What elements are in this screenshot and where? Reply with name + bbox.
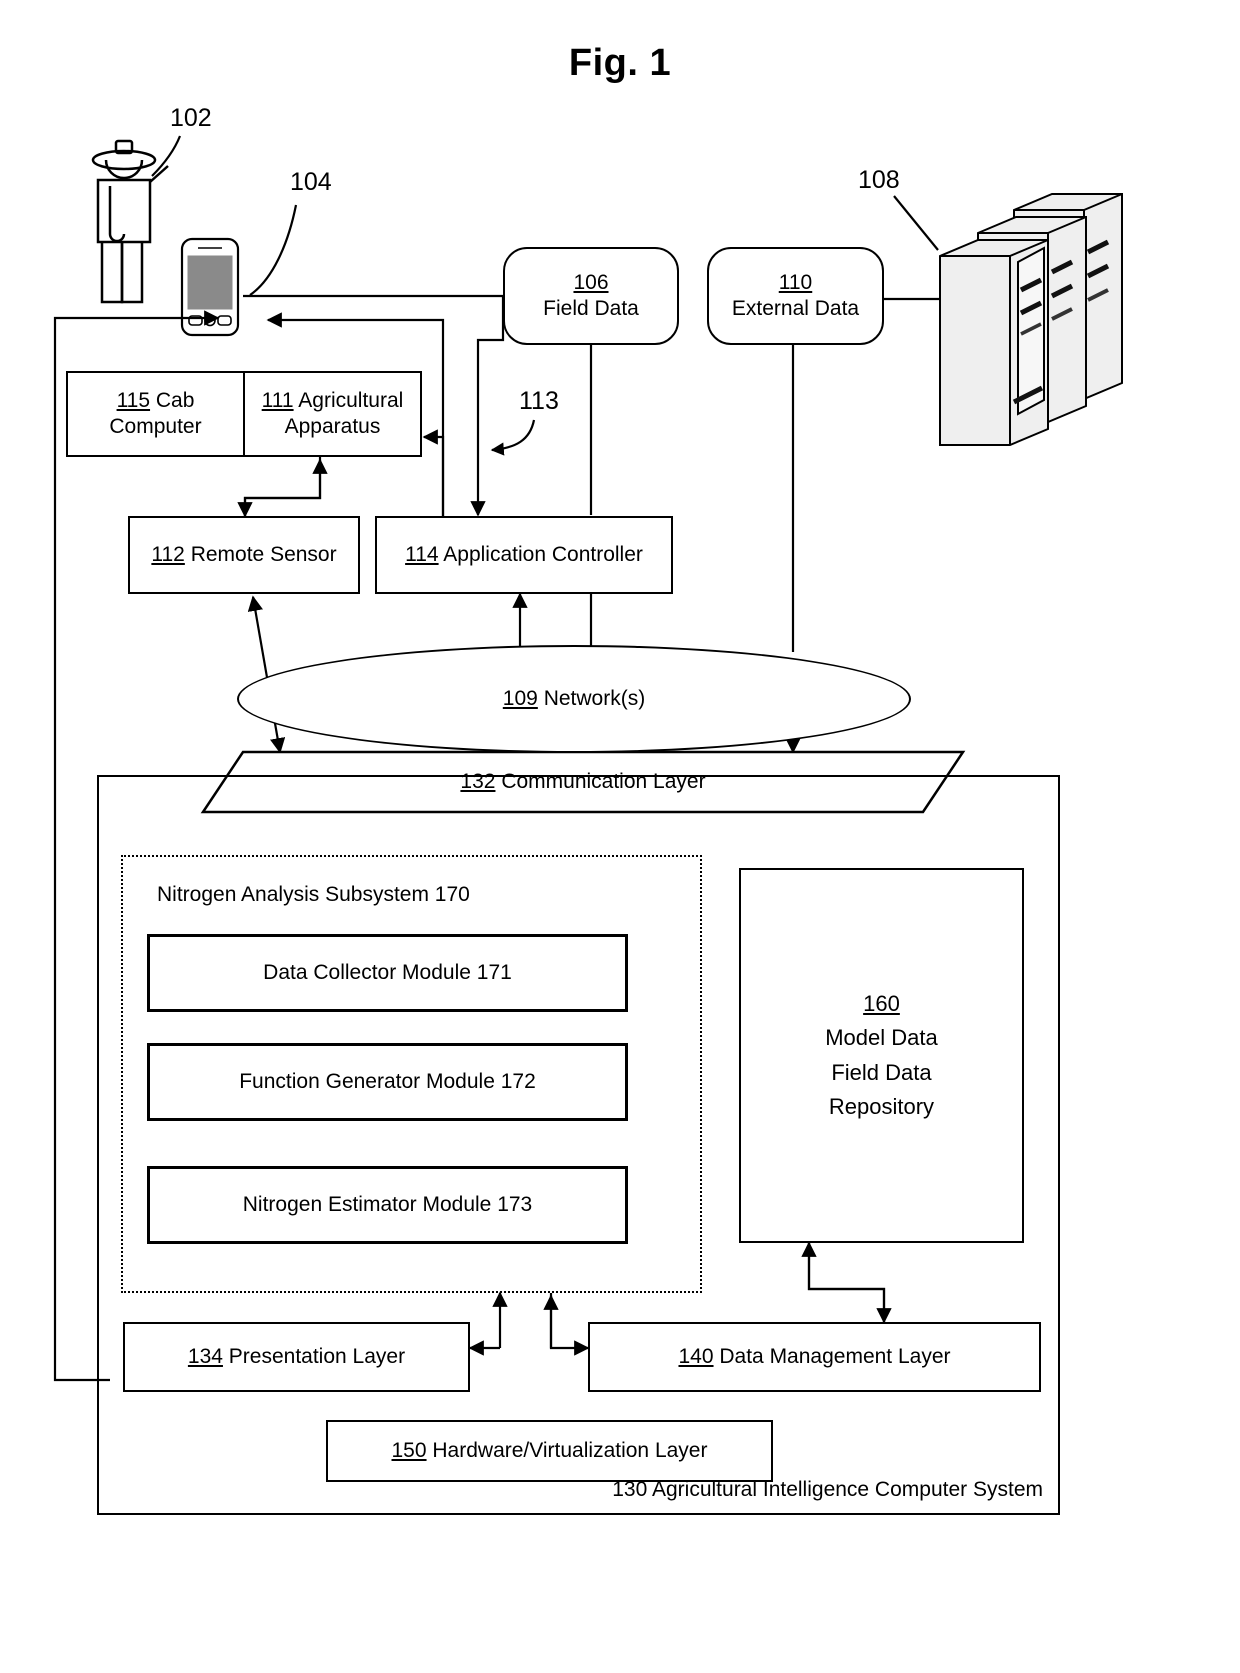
field-data-num: 106 — [573, 270, 609, 294]
nitrogen-estimator-module-box[interactable]: Nitrogen Estimator Module 173 — [147, 1166, 628, 1244]
remote-sensor-label: Remote Sensor — [190, 542, 337, 566]
remote-sensor-num: 112 — [151, 542, 185, 566]
remote-sensor-box[interactable]: 112 Remote Sensor — [128, 516, 360, 594]
external-data-label: External Data — [731, 297, 860, 320]
function-generator-module-box[interactable]: Function Generator Module 172 — [147, 1043, 628, 1121]
repository-line1: Model Data — [825, 1025, 938, 1051]
network-num: 109 — [502, 686, 538, 710]
data-collector-module-box[interactable]: Data Collector Module 171 — [147, 934, 628, 1012]
network-label: Network(s) — [543, 686, 646, 710]
data-management-layer-box[interactable]: 140 Data Management Layer — [588, 1322, 1041, 1392]
cab-computer-num: 115 — [116, 388, 151, 412]
data-management-layer-num: 140 — [678, 1344, 714, 1368]
nitrogen-estimator-module-label: Nitrogen Estimator Module 173 — [242, 1192, 533, 1216]
data-collector-module-label: Data Collector Module 171 — [263, 960, 512, 984]
hardware-virtualization-layer-box[interactable]: 150 Hardware/Virtualization Layer — [326, 1420, 773, 1482]
figure-canvas: Fig. 1 102 104 108 113 106 Field Data 11… — [0, 0, 1240, 1673]
field-data-label: Field Data — [543, 297, 639, 320]
agricultural-apparatus-label: Agricultural Apparatus — [284, 388, 404, 438]
field-data-box[interactable]: 106 Field Data — [503, 247, 679, 345]
agricultural-apparatus-box[interactable]: 111 Agricultural Apparatus — [243, 373, 420, 455]
application-controller-num: 114 — [405, 542, 439, 566]
function-generator-module-label: Function Generator Module 172 — [239, 1069, 536, 1093]
hardware-layer-num: 150 — [391, 1438, 427, 1462]
repository-num: 160 — [863, 991, 900, 1017]
application-controller-box[interactable]: 114 Application Controller — [375, 516, 673, 594]
network-ellipse[interactable]: 109 Network(s) — [237, 645, 911, 753]
cab-computer-box[interactable]: 115 Cab Computer — [68, 373, 243, 455]
data-management-layer-label: Data Management Layer — [719, 1344, 951, 1368]
repository-line2: Field Data — [831, 1059, 932, 1085]
repository-line3: Repository — [828, 1093, 935, 1119]
presentation-layer-num: 134 — [187, 1344, 223, 1368]
cab-and-apparatus-group: 115 Cab Computer 111 Agricultural Appara… — [66, 371, 422, 457]
model-field-data-repository-box[interactable]: 160 Model Data Field Data Repository — [739, 868, 1024, 1243]
agricultural-apparatus-num: 111 — [261, 388, 294, 412]
application-controller-label: Application Controller — [443, 542, 643, 566]
nitrogen-analysis-subsystem-label: Nitrogen Analysis Subsystem 170 — [157, 883, 470, 906]
presentation-layer-label: Presentation Layer — [228, 1344, 406, 1368]
presentation-layer-box[interactable]: 134 Presentation Layer — [123, 1322, 470, 1392]
external-data-box[interactable]: 110 External Data — [707, 247, 884, 345]
external-data-num: 110 — [778, 270, 813, 294]
hardware-layer-label: Hardware/Virtualization Layer — [432, 1438, 708, 1462]
